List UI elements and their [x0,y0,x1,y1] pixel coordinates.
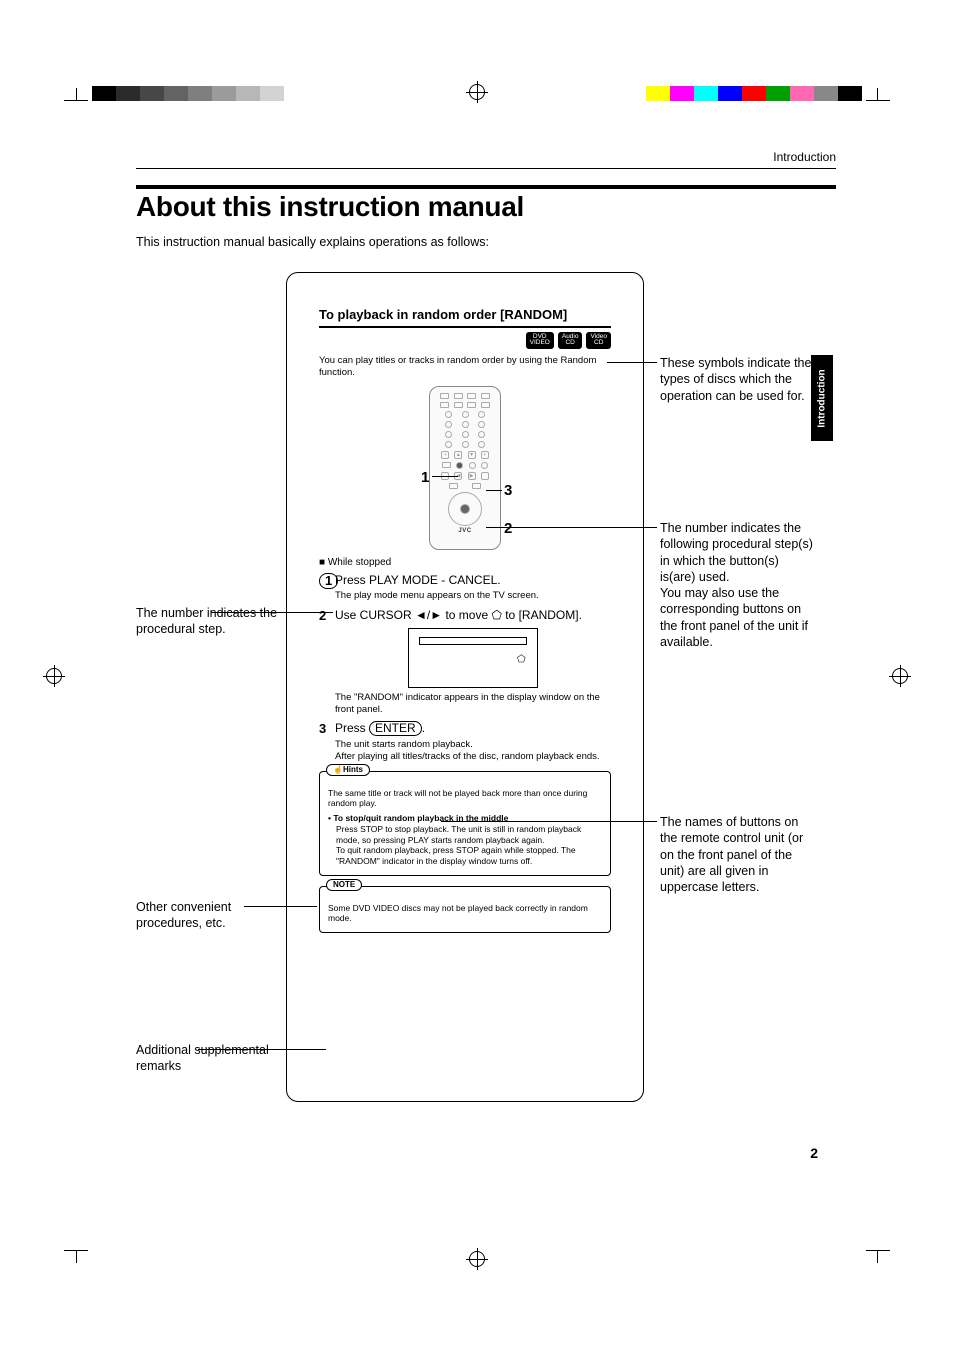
remote-brand: JVC [436,528,494,536]
leader-line [244,906,317,907]
leader-line [502,527,657,528]
step-number: 3 [319,721,326,738]
leader-line [198,1049,326,1050]
crop-mark [854,1241,884,1271]
disc-badge: VideoCD [586,332,611,349]
leader-line [432,476,458,477]
running-head: Introduction [136,150,836,169]
colorbar-grayscale [92,86,308,101]
registration-mark-icon [469,1251,485,1267]
callout-step-number: The number indicates the procedural step… [136,605,291,638]
sample-intro: You can play titles or tracks in random … [319,355,611,380]
disc-type-badges: DVDVIDEOAudioCDVideoCD [319,332,611,349]
hints-tab: ☝Hints [326,764,370,776]
note-box: NOTE Some DVD VIDEO discs may not be pla… [319,886,611,933]
step-sub: The unit starts random playback. After p… [335,739,611,763]
remote-callout-2: 2 [504,519,512,539]
remote-callout-1: 1 [421,468,429,488]
registration-mark-icon [469,84,485,100]
disc-badge: AudioCD [558,332,583,349]
page-content: Introduction About this instruction manu… [136,150,836,249]
remote-icon: +▲▼+ ◀▶ JVC [429,386,501,550]
step-body: Use CURSOR ◄/► to move ⬠ to [RANDOM]. [335,608,582,622]
leader-line [441,821,657,822]
hint-body: The same title or track will not be play… [328,788,602,809]
leader-line [486,527,502,528]
crop-mark [70,1241,100,1271]
note-body: Some DVD VIDEO discs may not be played b… [328,903,602,924]
step-sub: The play mode menu appears on the TV scr… [335,590,611,602]
step-sub: The "RANDOM" indicator appears in the di… [335,692,611,716]
leader-line [211,612,333,613]
page-number: 2 [810,1145,818,1161]
sample-title: To playback in random order [RANDOM] [319,307,611,328]
hint-title: • To stop/quit random playback in the mi… [328,813,602,824]
step-number: 1 [319,573,338,589]
step-condition: While stopped [319,556,611,569]
callout-button-names: The names of buttons on the remote contr… [660,814,815,895]
page-title: About this instruction manual [136,191,836,223]
callout-remote-numbers: The number indicates the following proce… [660,520,815,650]
callout-disc-symbols: These symbols indicate the types of disc… [660,355,815,404]
hint-body: Press STOP to stop playback. The unit is… [328,824,602,867]
hints-box: ☝Hints The same title or track will not … [319,771,611,876]
intro-line: This instruction manual basically explai… [136,235,836,249]
step-3: 3 Press ENTER. The unit starts random pl… [319,721,611,762]
note-tab: NOTE [326,879,362,891]
step-2: 2 Use CURSOR ◄/► to move ⬠ to [RANDOM]. … [319,608,611,715]
enter-button-label: ENTER [369,721,422,736]
sample-page-inset: To playback in random order [RANDOM] DVD… [286,272,644,1102]
remote-callout-3: 3 [504,481,512,501]
tv-screen-icon: ⬠ [408,628,538,688]
step-body: Press PLAY MODE - CANCEL. [335,573,501,587]
callout-hints: Other convenient procedures, etc. [136,899,291,932]
leader-line [607,362,657,363]
title-rule [136,185,836,189]
step-body: Press ENTER. [335,721,425,735]
step-1: 1 Press PLAY MODE - CANCEL. The play mod… [319,573,611,602]
remote-illustration: +▲▼+ ◀▶ JVC 1 3 2 [319,386,611,550]
registration-mark-icon [892,668,908,684]
registration-mark-icon [46,668,62,684]
leader-line [486,490,502,491]
colorbar-colors [646,86,862,101]
section-tab-label: Introduction [817,369,828,427]
disc-badge: DVDVIDEO [526,332,554,349]
step-number: 2 [319,608,326,625]
callout-note: Additional supplemental remarks [136,1042,291,1075]
sample-steps: While stopped 1 Press PLAY MODE - CANCEL… [319,556,611,763]
